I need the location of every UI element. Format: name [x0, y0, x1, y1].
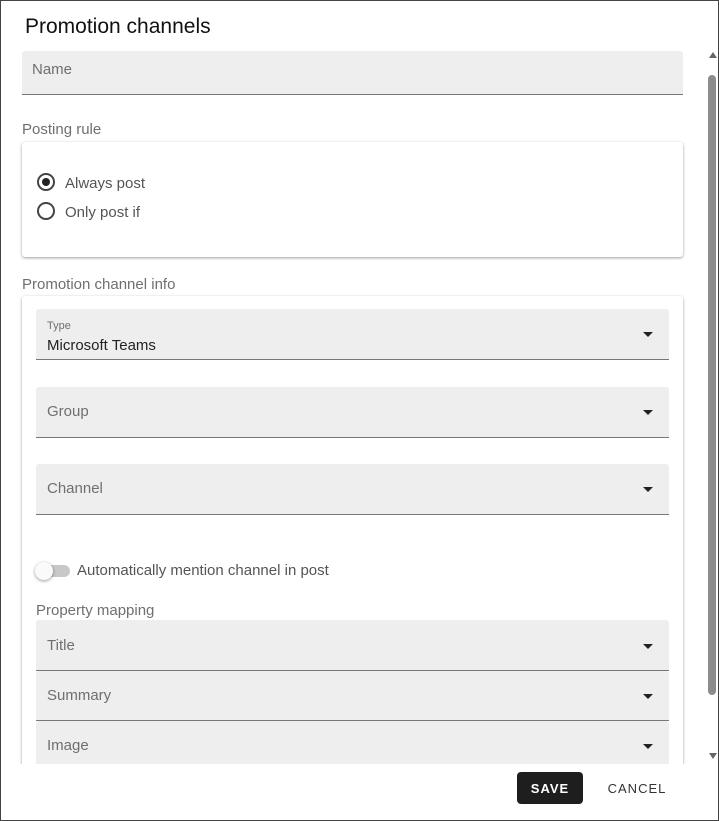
image-mapping-select[interactable]: Image: [36, 721, 669, 764]
name-field-label: Name: [32, 61, 73, 78]
promotion-channel-info-label: Promotion channel info: [22, 276, 176, 293]
scroll-down-arrow-icon[interactable]: [709, 753, 717, 759]
scrollbar[interactable]: [706, 51, 718, 764]
always-post-label[interactable]: Always post: [65, 175, 145, 192]
scrollbar-thumb[interactable]: [708, 75, 716, 695]
only-post-if-label[interactable]: Only post if: [65, 204, 140, 221]
image-mapping-label: Image: [47, 737, 89, 754]
group-select[interactable]: Group: [36, 387, 669, 438]
chevron-down-icon: [643, 694, 653, 699]
save-button[interactable]: SAVE: [517, 772, 583, 804]
property-mapping-label: Property mapping: [36, 602, 155, 619]
channel-select[interactable]: Channel: [36, 464, 669, 515]
always-post-radio[interactable]: [37, 173, 55, 191]
mention-toggle-knob[interactable]: [35, 562, 53, 580]
chevron-down-icon: [643, 487, 653, 492]
summary-mapping-label: Summary: [47, 687, 112, 704]
posting-rule-card: Always post Only post if: [22, 142, 683, 257]
title-mapping-label: Title: [47, 637, 75, 654]
group-select-label: Group: [47, 403, 89, 420]
cancel-button[interactable]: CANCEL: [599, 772, 675, 804]
mention-toggle-label: Automatically mention channel in post: [77, 562, 329, 579]
chevron-down-icon: [643, 332, 653, 337]
title-mapping-select[interactable]: Title: [36, 620, 669, 671]
dialog-title: Promotion channels: [25, 15, 211, 38]
channel-select-label: Channel: [47, 480, 103, 497]
dialog-content: Name Posting rule Always post Only post …: [1, 51, 706, 764]
name-field[interactable]: Name: [22, 51, 683, 95]
radio-selected-dot: [42, 178, 50, 186]
chevron-down-icon: [643, 410, 653, 415]
type-select-value: Microsoft Teams: [47, 337, 156, 354]
type-select-label: Type: [47, 320, 71, 332]
chevron-down-icon: [643, 644, 653, 649]
posting-rule-label: Posting rule: [22, 121, 102, 138]
summary-mapping-select[interactable]: Summary: [36, 671, 669, 721]
scroll-up-arrow-icon[interactable]: [709, 52, 717, 58]
chevron-down-icon: [643, 744, 653, 749]
promotion-channel-info-card: Type Microsoft Teams Group Channel Autom…: [22, 296, 683, 764]
promotion-channels-dialog: Promotion channels Name Posting rule Alw…: [0, 0, 719, 821]
only-post-if-radio[interactable]: [37, 202, 55, 220]
type-select[interactable]: Type Microsoft Teams: [36, 309, 669, 360]
